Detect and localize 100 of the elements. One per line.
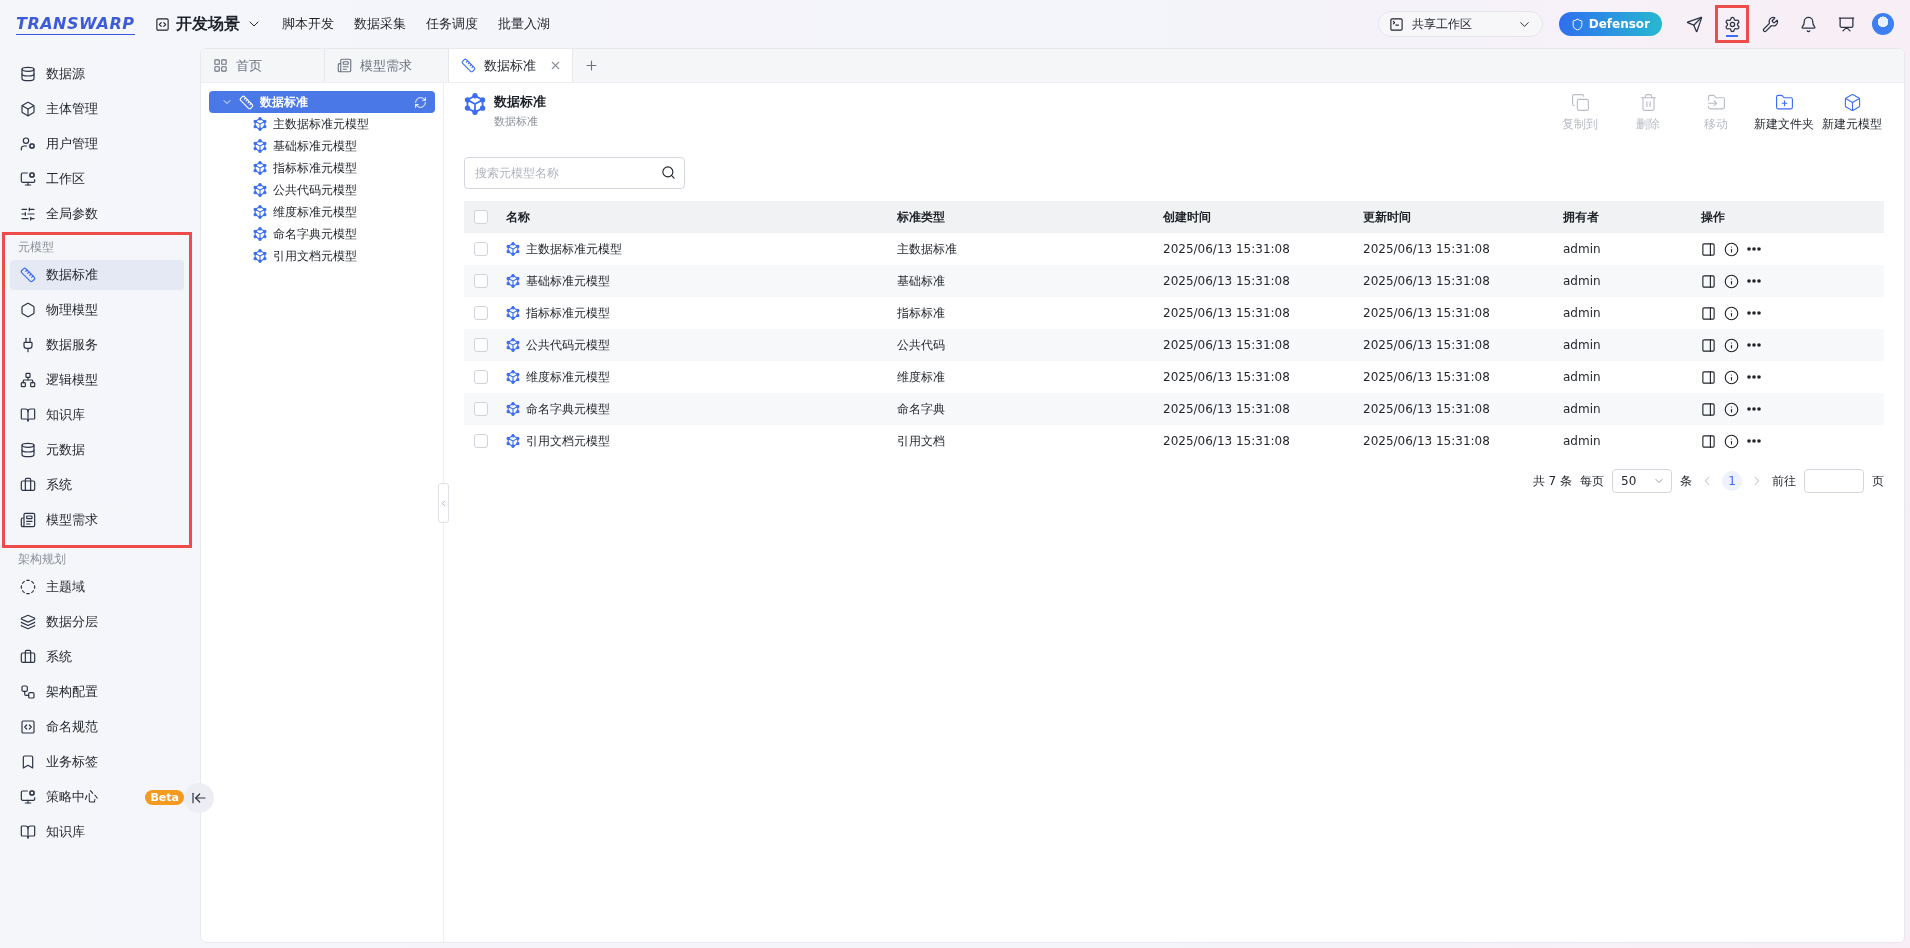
nav-link[interactable]: 任务调度 [425,15,478,33]
sidebar-item[interactable]: 架构配置 [10,677,184,707]
book-icon [20,824,36,840]
info-button[interactable] [1724,273,1739,289]
name-link[interactable]: 维度标准元模型 [506,368,897,386]
checkbox[interactable] [474,274,488,288]
toolbar-button[interactable]: 新建元模型 [1820,93,1884,133]
sidebar-item[interactable]: 元数据 [10,435,184,465]
collapse-sidebar-button[interactable] [184,783,214,813]
sidebar-item[interactable]: 数据服务 [10,330,184,360]
database-icon [20,442,36,458]
sidebar-item[interactable]: 用户管理 [10,129,184,159]
more-icon [1747,247,1761,251]
dashed-circle-icon [20,579,36,595]
more-button[interactable] [1747,343,1761,347]
more-button[interactable] [1747,279,1761,283]
sidebar-item[interactable]: 数据分层 [10,607,184,637]
info-button[interactable] [1724,433,1739,449]
tree-item[interactable]: 主数据标准元模型 [209,113,435,135]
nav-link[interactable]: 脚本开发 [281,15,334,33]
tab[interactable]: 首页 [201,49,325,82]
more-button[interactable] [1747,311,1761,315]
total-count: 共 7 条 [1532,472,1572,490]
sidebar-item[interactable]: 知识库 [10,817,184,847]
name-link[interactable]: 命名字典元模型 [506,400,897,418]
tree-item[interactable]: 数据标准 [209,91,435,113]
name-link[interactable]: 指标标准元模型 [506,304,897,322]
tree-item[interactable]: 命名字典元模型 [209,223,435,245]
layers-icon [20,614,36,630]
panel-button[interactable] [1701,401,1716,417]
sidebar-item[interactable]: 主题域 [10,572,184,602]
panel-button[interactable] [1701,433,1716,449]
tree-item[interactable]: 引用文档元模型 [209,245,435,267]
sidebar-item[interactable]: 命名规范 [10,712,184,742]
sidebar-item[interactable]: 主体管理 [10,94,184,124]
sidebar-item[interactable]: 策略中心 Beta [10,782,184,812]
sidebar-item[interactable]: 数据源 [10,59,184,89]
workspace-selector[interactable]: 共享工作区 [1377,11,1543,37]
user-avatar[interactable] [1872,13,1894,35]
sidebar-item[interactable]: 知识库 [10,400,184,430]
checkbox[interactable] [474,306,488,320]
settings-button[interactable] [1718,8,1746,40]
goto-label: 前往 [1772,472,1796,490]
sidebar-item[interactable]: 系统 [10,642,184,672]
name-link[interactable]: 基础标准元模型 [506,272,897,290]
tab[interactable]: 数据标准 [449,49,573,82]
sidebar-item[interactable]: 业务标签 [10,747,184,777]
sidebar-item[interactable]: 数据标准 [10,260,184,290]
cube-network-icon [253,227,267,241]
tree-item[interactable]: 公共代码元模型 [209,179,435,201]
search-field[interactable]: 搜索元模型名称 [464,157,685,189]
sidebar-item[interactable]: 模型需求 [10,505,184,535]
panel-button[interactable] [1701,241,1716,257]
info-button[interactable] [1724,369,1739,385]
nav-link[interactable]: 数据采集 [353,15,406,33]
panel-button[interactable] [1701,273,1716,289]
sidebar-item[interactable]: 工作区 [10,164,184,194]
nav-link[interactable]: 批量入湖 [497,15,550,33]
more-button[interactable] [1747,407,1761,411]
info-button[interactable] [1724,241,1739,257]
page-size-select[interactable]: 50 [1612,469,1672,493]
info-button[interactable] [1724,305,1739,321]
panel-button[interactable] [1701,337,1716,353]
info-icon [1724,241,1739,257]
tree-item[interactable]: 基础标准元模型 [209,135,435,157]
close-icon[interactable] [549,59,562,72]
tree-item[interactable]: 维度标准元模型 [209,201,435,223]
checkbox[interactable] [474,434,488,448]
sidebar-item[interactable]: 系统 [10,470,184,500]
panel-icon [1701,369,1716,385]
collapse-handle[interactable] [438,483,449,523]
cube-network-icon [506,306,520,320]
page-input[interactable] [1804,469,1864,493]
column-header: 创建时间 [1163,208,1212,226]
info-button[interactable] [1724,337,1739,353]
more-icon [1747,311,1761,315]
cube-network-icon [253,249,267,263]
name-link[interactable]: 公共代码元模型 [506,336,897,354]
checkbox[interactable] [474,338,488,352]
checkbox[interactable] [474,210,488,224]
name-link[interactable]: 引用文档元模型 [506,432,897,450]
page-button[interactable]: 1 [1722,471,1742,491]
tree-item[interactable]: 指标标准元模型 [209,157,435,179]
name-link[interactable]: 主数据标准元模型 [506,240,897,258]
panel-icon [1701,433,1716,449]
send-icon [1685,15,1703,33]
more-button[interactable] [1747,439,1761,443]
sidebar-item[interactable]: 全局参数 [10,199,184,229]
more-button[interactable] [1747,375,1761,379]
checkbox[interactable] [474,402,488,416]
checkbox[interactable] [474,242,488,256]
more-button[interactable] [1747,247,1761,251]
sidebar-item[interactable]: 逻辑模型 [10,365,184,395]
panel-button[interactable] [1701,305,1716,321]
toolbar-button[interactable]: 新建文件夹 [1752,93,1816,133]
checkbox[interactable] [474,370,488,384]
info-button[interactable] [1724,401,1739,417]
sidebar-item[interactable]: 物理模型 [10,295,184,325]
scene-selector[interactable]: 开发场景 [154,13,262,35]
panel-button[interactable] [1701,369,1716,385]
